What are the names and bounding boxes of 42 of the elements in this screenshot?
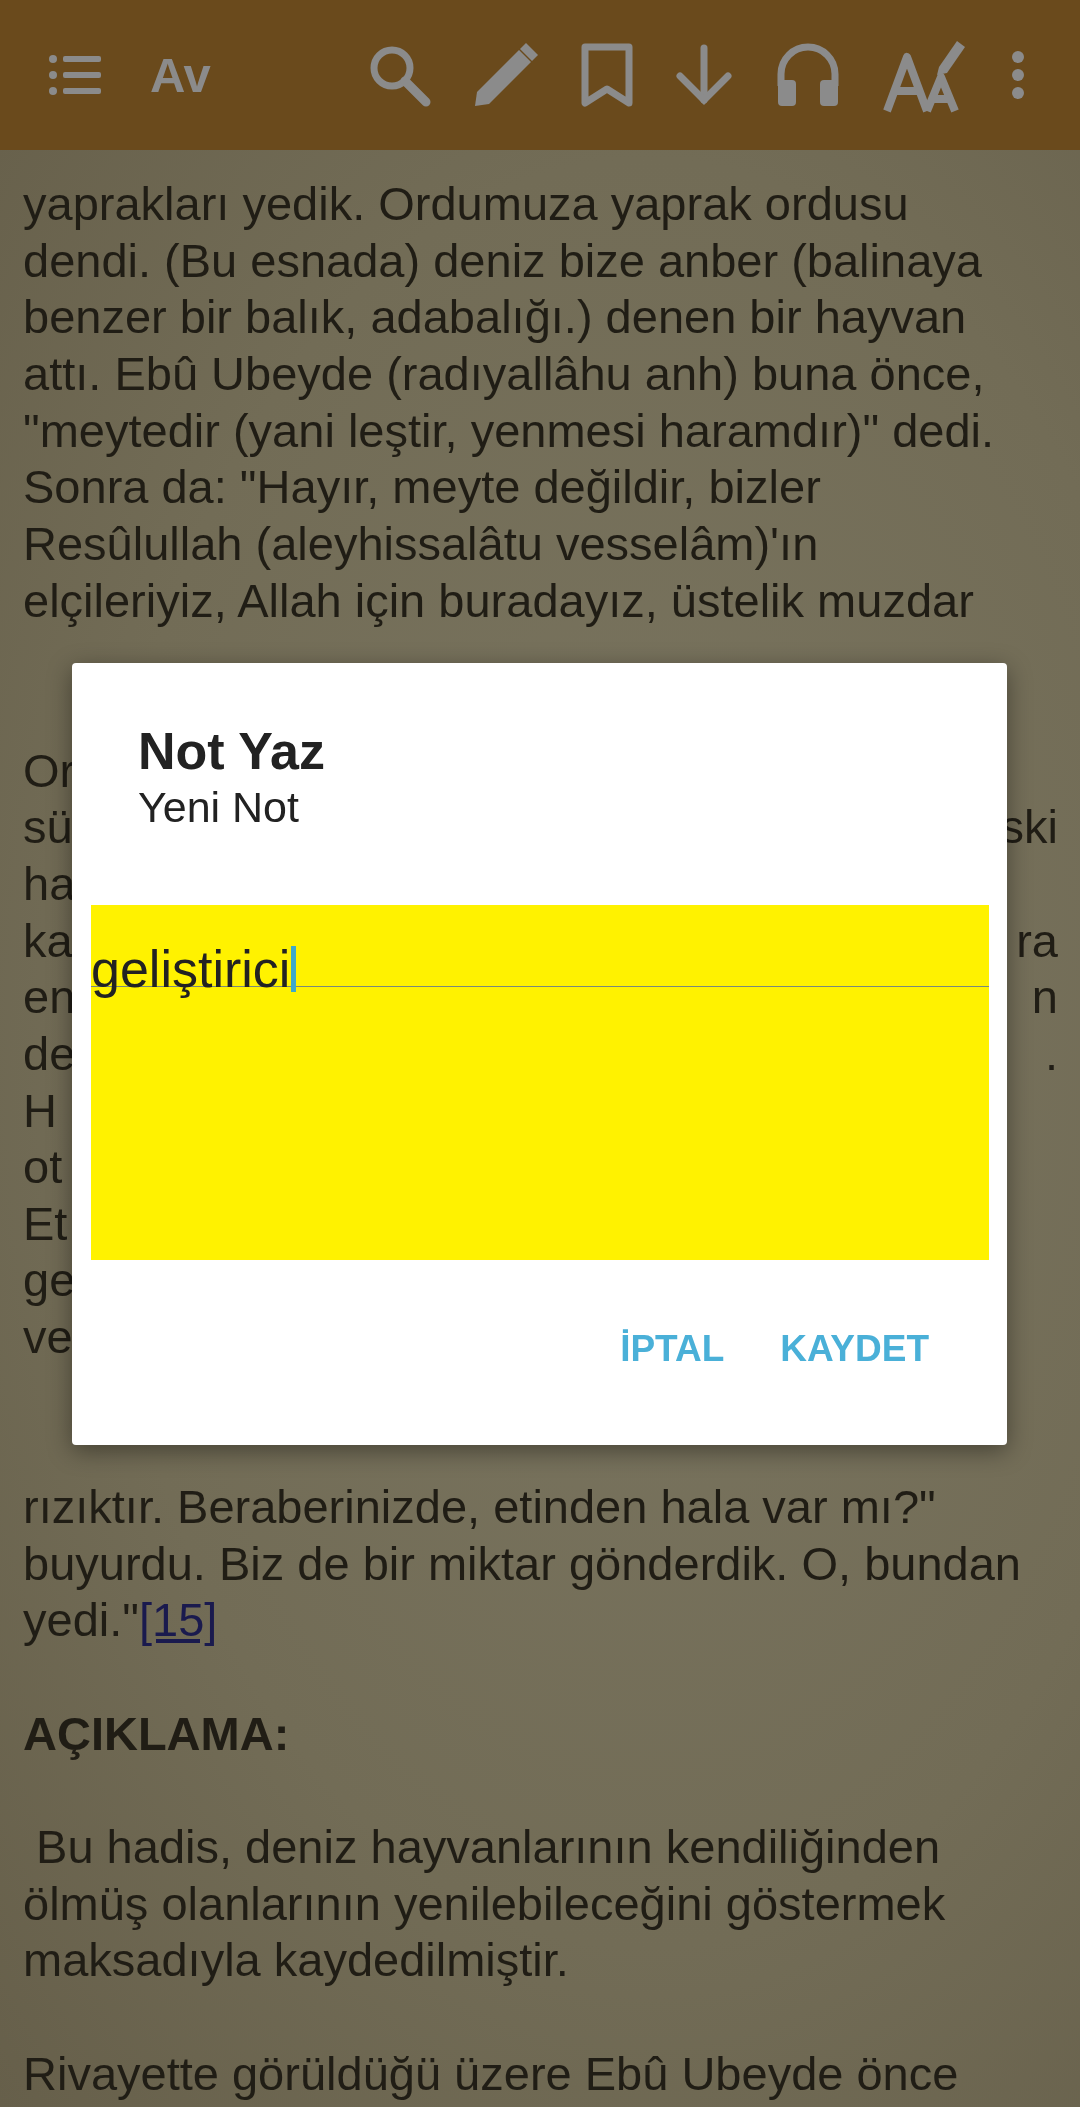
text-fragment: Et — [23, 1195, 68, 1252]
text-line: Resûlullah (aleyhissalâtu vesselâm)'ın — [23, 515, 820, 572]
font-button[interactable]: Av — [150, 50, 211, 100]
text-fragment: ve — [23, 1309, 73, 1366]
text-line: elçileriyiz, Allah için buradayız, üstelik muzdar — [23, 572, 975, 629]
text-fragment: en — [23, 969, 76, 1026]
text-line: maksadıyla kaydedilmiştir. — [23, 1932, 570, 1989]
text-fragment: ge — [23, 1252, 76, 1309]
text-line: Rivayette görüldüğü üzere Ebû Ubeyde önce — [23, 2045, 960, 2102]
pencil-icon[interactable] — [473, 42, 539, 108]
save-button[interactable]: KAYDET — [760, 1314, 949, 1384]
note-input-field[interactable]: geliştirici — [91, 905, 989, 1260]
text-fragment: H — [23, 1082, 57, 1139]
text-line: "meytedir (yani leştir, yenmesi haramdır)" dedi. — [23, 402, 996, 459]
menu-icon[interactable] — [48, 53, 104, 97]
text-fragment: ot — [23, 1139, 63, 1196]
text-line: rızıktır. Beraberinizde, etinden hala var mı?" — [23, 1479, 937, 1536]
text-fragment: n — [1031, 969, 1058, 1026]
text-fragment: ha — [23, 855, 76, 912]
text-line: Bu hadis, deniz hayvanlarının kendiliğinden — [35, 1819, 942, 1876]
footnote-link[interactable]: [15] — [138, 1593, 218, 1647]
text-fragment: ka — [23, 912, 73, 969]
text-fragment: sü — [23, 799, 73, 856]
text-line: buyurdu. Biz de bir miktar gönderdik. O, bundan — [23, 1535, 1022, 1592]
text-line: ölmüş olanlarının yenilebileceğini göstermek — [23, 1875, 947, 1932]
headphones-icon[interactable] — [775, 42, 841, 108]
text-line: dendi. (Bu esnada) deniz bize anber (balinaya — [23, 232, 983, 289]
text-fragment: de — [23, 1025, 76, 1082]
text-line: Sonra da: "Hayır, meyte değildir, bizler — [23, 459, 822, 516]
text-line: attı. Ebû Ubeyde (radıyallâhu anh) buna önce, — [23, 345, 986, 402]
text-fragment: . — [1044, 1025, 1058, 1082]
bookmark-icon[interactable] — [581, 43, 633, 107]
cancel-button[interactable]: İPTAL — [600, 1314, 745, 1384]
text-fragment: ra — [1016, 912, 1058, 969]
text-line: yaprakları yedik. Ordumuza yaprak ordusu — [23, 176, 910, 232]
text-fragment: Or — [23, 742, 76, 799]
dialog-title: Not Yaz — [138, 725, 326, 777]
text-line: yedi." — [23, 1593, 139, 1647]
dialog-subtitle: Yeni Not — [138, 787, 300, 827]
more-options-icon[interactable] — [1011, 50, 1025, 100]
text-line: benzer bir balık, adabalığı.) denen bir hayvan — [23, 289, 968, 346]
section-heading: AÇIKLAMA: — [23, 1705, 291, 1762]
